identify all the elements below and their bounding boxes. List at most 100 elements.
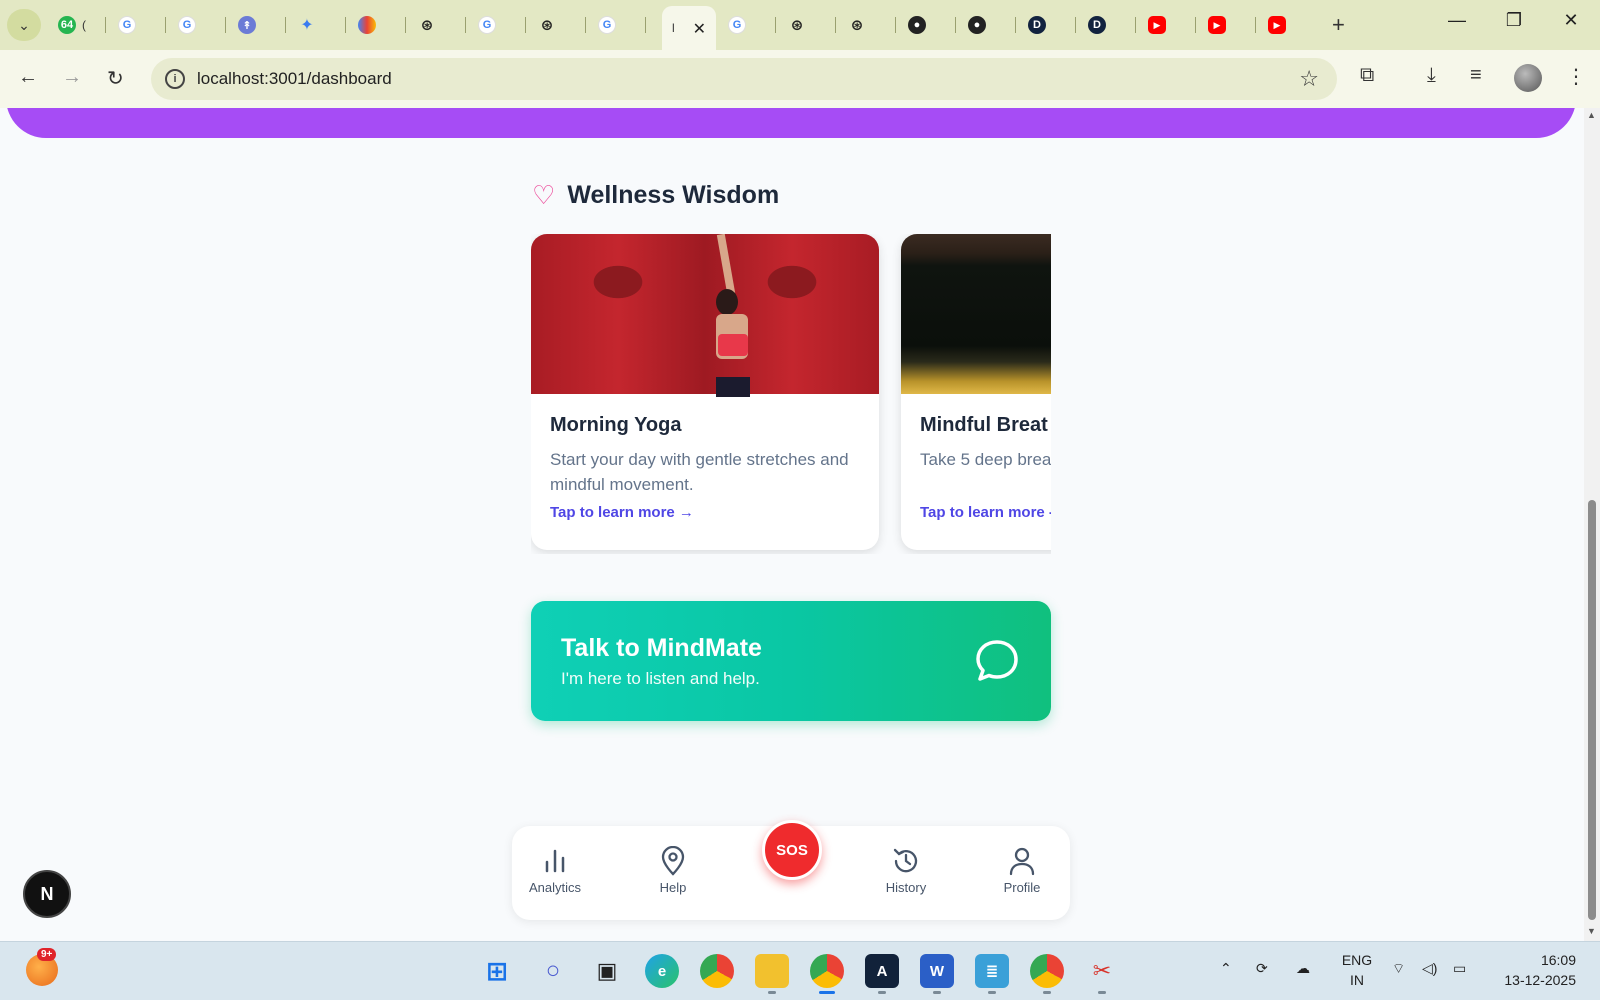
address-bar[interactable]: i localhost:3001/dashboard ☆ (151, 58, 1337, 100)
tab-app[interactable]: ↟ (228, 10, 286, 40)
close-window-button[interactable]: ✕ (1551, 10, 1591, 31)
nav-history[interactable]: History (871, 846, 941, 895)
tab-youtube[interactable]: ▶ (1138, 10, 1196, 40)
learn-more-link[interactable]: Tap to learn more - (920, 504, 1051, 521)
tab-dashboard[interactable]: D (1078, 10, 1136, 40)
restore-button[interactable]: ❐ (1494, 10, 1534, 31)
app-icon[interactable]: A (865, 954, 899, 994)
card-image (901, 234, 1051, 394)
task-view-icon[interactable]: ▣ (590, 954, 624, 988)
nav-help[interactable]: Help (638, 846, 708, 895)
chrome-icon[interactable] (700, 954, 734, 988)
reload-button[interactable]: ↻ (107, 66, 124, 91)
battery-icon[interactable]: ▭ (1453, 960, 1466, 977)
card-description: Start your day with gentle stretches and… (550, 450, 849, 494)
windows-start-icon[interactable]: ⊞ (480, 954, 514, 988)
google-icon: G (478, 16, 496, 34)
notepad-icon[interactable]: ≣ (975, 954, 1009, 994)
edge-icon[interactable]: e (645, 954, 679, 988)
minimize-button[interactable]: — (1437, 10, 1477, 31)
word-icon[interactable]: W (920, 954, 954, 994)
tab-chatgpt[interactable]: ⊛ (528, 10, 586, 40)
card-title: Morning Yoga (550, 414, 682, 436)
nextjs-dev-badge[interactable]: N (23, 870, 71, 918)
page-scrollbar[interactable]: ▲ ▼ (1584, 108, 1600, 941)
chrome-active-icon[interactable] (810, 954, 844, 994)
tab-gemini[interactable]: ✦ (288, 10, 346, 40)
nav-analytics[interactable]: Analytics (520, 846, 590, 895)
heart-icon: ♡ (532, 180, 556, 210)
scroll-up-arrow-icon[interactable]: ▲ (1587, 110, 1596, 120)
sos-button[interactable]: SOS (762, 820, 822, 880)
section-heading: ♡ Wellness Wisdom (532, 180, 780, 210)
profile-avatar[interactable] (1514, 64, 1542, 92)
openai-icon: ⊛ (540, 17, 554, 34)
tray-chevron-icon[interactable]: ⌃ (1220, 960, 1232, 977)
media-control-icon[interactable]: ≡ (1470, 64, 1482, 87)
header-banner (6, 108, 1576, 138)
google-icon: G (118, 16, 136, 34)
tab-active[interactable]: l ✕ (662, 6, 716, 50)
tab-youtube[interactable]: ▶ (1198, 10, 1256, 40)
scroll-down-arrow-icon[interactable]: ▼ (1587, 926, 1596, 936)
learn-more-link[interactable]: Tap to learn more → (550, 504, 860, 521)
snipping-tool-icon[interactable]: ✂ (1085, 954, 1119, 994)
search-icon[interactable]: ○ (536, 954, 570, 988)
tab-youtube[interactable]: ▶ (1258, 10, 1316, 40)
site-info-icon[interactable]: i (165, 69, 185, 89)
google-icon: G (728, 16, 746, 34)
clock[interactable]: 16:09 13-12-2025 (1496, 950, 1576, 990)
bookmark-star-icon[interactable]: ☆ (1299, 66, 1319, 92)
tab-count-badge: 64 (58, 16, 76, 34)
tab-chatgpt[interactable]: ⊛ (408, 10, 466, 40)
tab-search-button[interactable]: ⌄ (7, 9, 41, 41)
file-explorer-icon[interactable] (755, 954, 789, 994)
tab-google[interactable]: G (588, 10, 646, 40)
chrome-profile-icon[interactable] (1030, 954, 1064, 994)
back-button[interactable]: ← (18, 66, 38, 89)
tab-chatgpt[interactable]: ⊛ (838, 10, 896, 40)
tab-github[interactable]: ● (898, 10, 956, 40)
tab-whatsapp[interactable]: 64 ( (48, 10, 106, 40)
github-icon: ● (908, 16, 926, 34)
time-text: 16:09 (1540, 952, 1576, 968)
tab-google[interactable]: G (468, 10, 526, 40)
wifi-icon[interactable]: ⌔ (1392, 960, 1405, 978)
new-tab-button[interactable]: + (1332, 12, 1345, 38)
wellness-card[interactable]: Morning Yoga Start your day with gentle … (531, 234, 879, 550)
nav-label: Profile (1003, 880, 1041, 895)
tab-cloud[interactable] (348, 10, 406, 40)
tab-chatgpt[interactable]: ⊛ (778, 10, 836, 40)
scroll-thumb[interactable] (1588, 500, 1596, 920)
extensions-icon[interactable]: ⧉ (1360, 64, 1374, 87)
windows-taskbar: 9+ ⊞ ○ ▣ e A W ≣ ✂ ⌃ ⟳ ☁ ENG IN ⌔ ◁) ▭ 1… (0, 941, 1600, 1000)
cloud-error-icon[interactable]: ☁ (1296, 960, 1310, 977)
url-text[interactable]: localhost:3001/dashboard (197, 69, 392, 89)
google-icon: G (598, 16, 616, 34)
youtube-icon: ▶ (1208, 16, 1226, 34)
talk-to-mindmate-button[interactable]: Talk to MindMate I'm here to listen and … (531, 601, 1051, 721)
tab-google[interactable]: G (108, 10, 166, 40)
tab-google[interactable]: G (718, 10, 776, 40)
openai-icon: ⊛ (850, 17, 864, 34)
nav-profile[interactable]: Profile (987, 846, 1057, 895)
volume-icon[interactable]: ◁) (1422, 960, 1437, 977)
forward-button[interactable]: → (62, 66, 82, 89)
nav-label: History (885, 880, 927, 895)
youtube-icon: ▶ (1268, 16, 1286, 34)
close-tab-icon[interactable]: ✕ (693, 19, 706, 39)
tab-github[interactable]: ● (958, 10, 1016, 40)
cta-subtitle: I'm here to listen and help. (561, 669, 760, 688)
wellness-card[interactable]: Mindful Breat Take 5 deep brea and body.… (901, 234, 1051, 550)
cloud-icon (358, 16, 376, 34)
google-icon: G (178, 16, 196, 34)
language-indicator[interactable]: ENG IN (1340, 950, 1374, 990)
tab-dashboard[interactable]: D (1018, 10, 1076, 40)
download-icon[interactable]: ⤓ (1427, 64, 1436, 87)
sync-icon[interactable]: ⟳ (1256, 960, 1268, 977)
bar-chart-icon (545, 849, 565, 873)
tab-google[interactable]: G (168, 10, 226, 40)
menu-kebab-icon[interactable]: ⋮ (1566, 64, 1586, 89)
nav-label: Help (659, 880, 687, 895)
wellness-carousel[interactable]: Morning Yoga Start your day with gentle … (531, 234, 1051, 554)
